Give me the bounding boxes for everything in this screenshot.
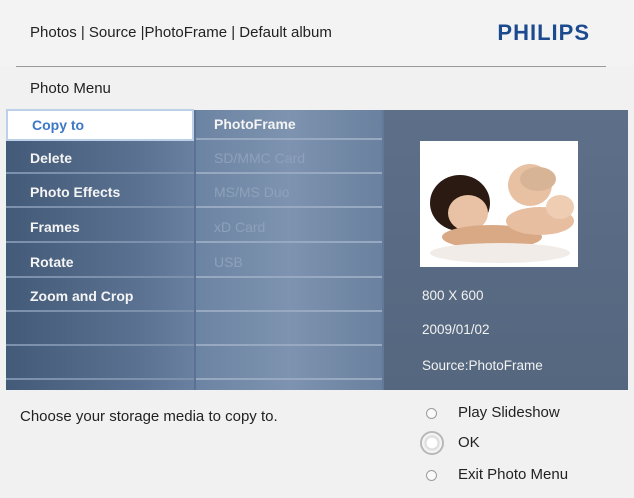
menu-item-label: Copy to: [32, 117, 85, 133]
hint-text: Choose your storage media to copy to.: [20, 408, 278, 425]
ok-label: OK: [458, 434, 480, 451]
page-title: Photo Menu: [30, 80, 111, 97]
menu-item-rotate[interactable]: Rotate: [6, 248, 194, 278]
menu-item-label: Photo Effects: [30, 184, 121, 200]
menu-item-label: Zoom and Crop: [30, 288, 134, 304]
photo-resolution: 800 X 600: [422, 288, 484, 303]
menu-item-frames[interactable]: Frames: [6, 213, 194, 243]
menu-item-photo-effects[interactable]: Photo Effects: [6, 178, 194, 208]
menu-item-zoom-and-crop[interactable]: Zoom and Crop: [6, 282, 194, 312]
photo-thumbnail: [420, 141, 578, 267]
submenu-item-label: xD Card: [214, 219, 266, 235]
mother-baby-photo: [420, 141, 578, 267]
header-divider: [16, 66, 606, 67]
radio-icon: [426, 470, 437, 481]
photo-date: 2009/01/02: [422, 322, 490, 337]
submenu-item-label: SD/MMC Card: [214, 150, 306, 166]
breadcrumb: Photos | Source |PhotoFrame | Default al…: [30, 24, 332, 41]
submenu-item-label: USB: [214, 254, 243, 270]
radio-icon: [426, 408, 437, 419]
ok-button-icon: [420, 431, 444, 455]
menu-item-label: Rotate: [30, 254, 74, 270]
submenu-item-photoframe[interactable]: PhotoFrame: [196, 110, 382, 140]
photo-source: Source:PhotoFrame: [422, 358, 543, 373]
exit-photo-menu-label: Exit Photo Menu: [458, 466, 569, 483]
storage-submenu: PhotoFrame SD/MMC Card MS/MS Duo xD Card…: [196, 110, 382, 390]
submenu-item-sd-card[interactable]: SD/MMC Card: [196, 144, 382, 174]
menu-item-delete[interactable]: Delete: [6, 144, 194, 174]
menu-item-label: Delete: [30, 150, 73, 166]
submenu-item-ms-duo[interactable]: MS/MS Duo: [196, 178, 382, 208]
menu-item-empty: [6, 316, 194, 346]
submenu-item-label: PhotoFrame: [214, 116, 296, 132]
header-bar: Photos | Source |PhotoFrame | Default al…: [0, 0, 634, 66]
philips-logo: PHILIPS: [497, 20, 590, 45]
play-slideshow-label: Play Slideshow: [458, 404, 560, 421]
submenu-item-empty: [196, 316, 382, 346]
submenu-item-xd-card[interactable]: xD Card: [196, 213, 382, 243]
submenu-item-label: MS/MS Duo: [214, 184, 290, 200]
menu-item-empty: [6, 350, 194, 380]
submenu-item-empty: [196, 350, 382, 380]
submenu-item-usb[interactable]: USB: [196, 248, 382, 278]
photo-menu-list: Copy to Delete Photo Effects Frames Rota…: [6, 109, 194, 390]
menu-item-label: Frames: [30, 219, 80, 235]
menu-item-copy-to[interactable]: Copy to: [6, 109, 194, 141]
submenu-item-empty: [196, 282, 382, 312]
